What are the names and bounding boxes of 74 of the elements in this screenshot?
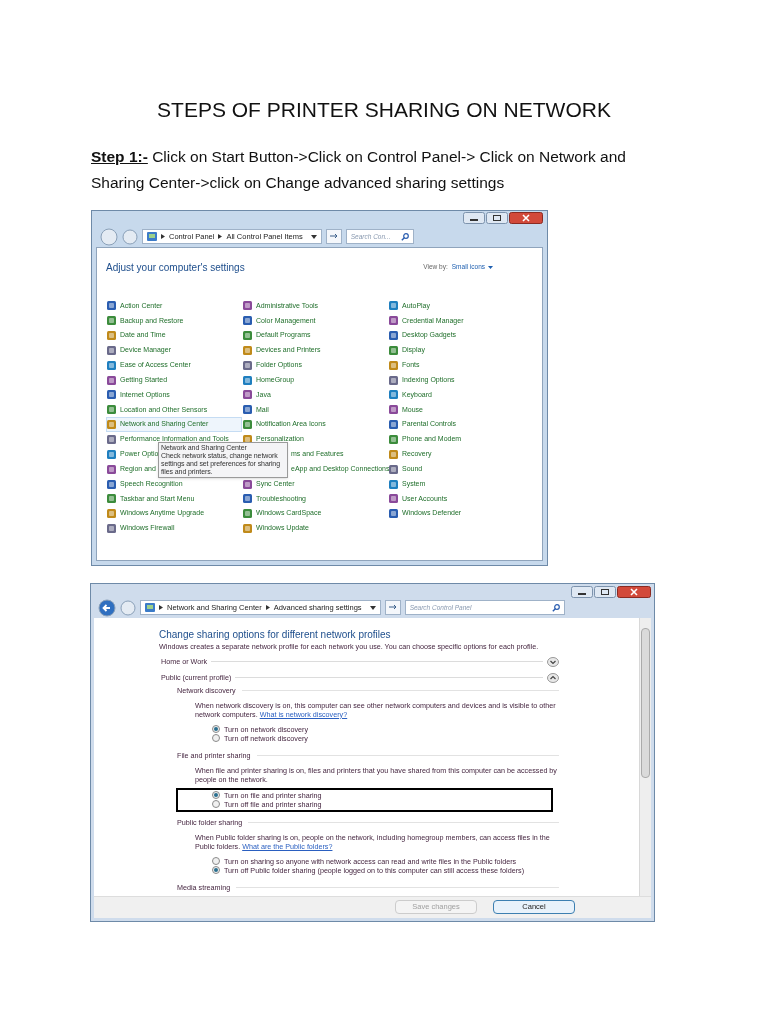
page-heading: Change sharing options for different network profiles <box>159 628 392 641</box>
applet-icon <box>243 479 252 489</box>
applet-icon <box>243 331 252 341</box>
applet-icon <box>107 420 116 430</box>
maximize-icon[interactable] <box>594 585 616 598</box>
applet-icon <box>243 390 252 400</box>
page-heading: Adjust your computer's settings <box>106 260 245 275</box>
applet-icon <box>107 345 116 355</box>
collapse-icon[interactable] <box>547 672 559 683</box>
applet-icon <box>389 301 398 311</box>
applet-icon <box>107 316 116 326</box>
close-icon[interactable] <box>509 211 543 224</box>
control-panel-icon <box>145 603 155 612</box>
caret-icon <box>488 265 493 269</box>
applet-icon <box>389 479 398 489</box>
document-title: STEPS OF PRINTER SHARING ON NETWORK <box>156 97 612 123</box>
dropdown-caret-icon[interactable] <box>369 605 376 610</box>
applet-icon <box>107 375 116 385</box>
applet-icon <box>107 509 116 519</box>
applet-icon <box>389 345 398 355</box>
applet-icon <box>389 464 398 474</box>
path-separator-icon <box>161 234 165 239</box>
applet-icon <box>389 331 398 341</box>
applet-icon <box>389 405 398 415</box>
applet-icon <box>107 405 116 415</box>
maximize-icon[interactable] <box>486 211 508 224</box>
applet-icon <box>389 375 398 385</box>
applet-icon <box>107 331 116 341</box>
radio-button[interactable] <box>212 734 220 742</box>
applet-icon <box>389 494 398 504</box>
applet-icon <box>243 375 252 385</box>
close-icon[interactable] <box>617 585 651 598</box>
step-instruction: Step 1:- Click on Start Button->Click on Control Panel-> Click on Network and Sharing Center->click on Change advanced sharing settings <box>91 146 627 193</box>
search-icon <box>400 232 409 241</box>
applet-icon <box>389 509 398 519</box>
minimize-icon[interactable] <box>571 585 593 598</box>
applet-icon <box>389 390 398 400</box>
control-panel-icon <box>147 232 157 241</box>
radio-button[interactable] <box>212 725 220 733</box>
radio-button[interactable] <box>212 857 220 865</box>
path-separator-icon <box>159 605 163 610</box>
expand-icon[interactable] <box>547 656 559 667</box>
applet-icon <box>107 524 116 534</box>
applet-icon <box>243 345 252 355</box>
applet-icon <box>243 316 252 326</box>
applet-icon <box>243 360 252 370</box>
applet-icon <box>107 494 116 504</box>
applet-icon <box>389 449 398 459</box>
minimize-icon[interactable] <box>463 211 485 224</box>
path-separator-icon <box>265 605 270 610</box>
applet-icon <box>243 420 252 430</box>
applet-icon <box>389 420 398 430</box>
applet-icon <box>107 479 116 489</box>
radio-button[interactable] <box>212 800 220 808</box>
scrollbar[interactable] <box>639 617 651 896</box>
applet-icon <box>389 435 398 444</box>
applet-icon <box>389 316 398 326</box>
path-separator-icon <box>218 234 223 239</box>
applet-icon <box>243 509 252 519</box>
applet-icon <box>243 494 252 504</box>
applet-icon <box>107 360 116 370</box>
radio-button[interactable] <box>212 791 220 799</box>
applet-icon <box>389 360 398 370</box>
applet-icon <box>243 301 252 311</box>
applet-icon <box>243 524 252 534</box>
dropdown-caret-icon[interactable] <box>310 234 317 239</box>
applet-icon <box>243 405 252 415</box>
search-icon <box>551 603 560 612</box>
applet-icon <box>107 390 116 400</box>
applet-icon <box>107 301 116 311</box>
applet-icon <box>107 464 116 474</box>
radio-button[interactable] <box>212 866 220 874</box>
applet-icon <box>107 449 116 459</box>
applet-icon <box>107 435 116 444</box>
